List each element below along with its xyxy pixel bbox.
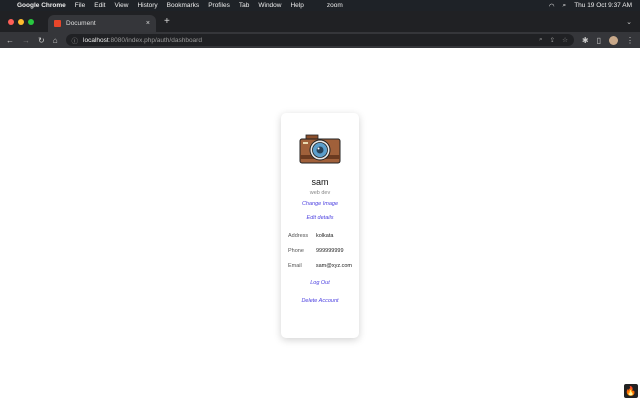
search-icon[interactable]: ⌕ <box>563 2 567 10</box>
browser-toolbar: ← → ↻ ⌂ ⓘ localhost:8080/index.php/auth/… <box>0 32 640 48</box>
menu-window[interactable]: Window <box>258 2 281 9</box>
address-bar[interactable]: ⓘ localhost:8080/index.php/auth/dashboar… <box>65 34 574 46</box>
forward-icon[interactable]: → <box>22 36 30 45</box>
home-icon[interactable]: ⌂ <box>53 36 58 45</box>
sidepanel-icon[interactable]: ▯ <box>597 36 601 45</box>
bookmark-star-icon[interactable]: ☆ <box>562 36 568 44</box>
menu-file[interactable]: File <box>75 2 85 9</box>
menu-history[interactable]: History <box>137 2 157 9</box>
email-row: Email sam@xyz.com <box>288 263 352 278</box>
menu-bookmarks[interactable]: Bookmarks <box>167 2 200 9</box>
menu-help[interactable]: Help <box>290 2 303 9</box>
tab-search-chevron-icon[interactable]: ⌄ <box>626 18 632 26</box>
camera-icon <box>299 134 341 164</box>
tab-title: Document <box>66 20 96 27</box>
profile-info: Address kolkata Phone 999999999 Email sam@x… <box>288 233 352 278</box>
profile-avatar[interactable] <box>609 35 618 45</box>
new-tab-button[interactable]: + <box>164 16 170 27</box>
zoom-icon[interactable]: ⌕ <box>539 36 543 44</box>
field-value: kolkata <box>316 233 334 239</box>
close-window-button[interactable] <box>8 18 14 25</box>
reload-icon[interactable]: ↻ <box>38 36 45 45</box>
profile-card: sam web dev Change Image Edit details Ad… <box>281 113 359 338</box>
field-value: 999999999 <box>316 248 344 254</box>
favicon-icon <box>54 20 61 27</box>
window-controls <box>8 18 34 25</box>
app-name[interactable]: Google Chrome <box>17 2 66 9</box>
address-row: Address kolkata <box>288 233 352 248</box>
codeigniter-debug-toolbar-icon[interactable]: 🔥 <box>624 384 638 398</box>
change-image-link[interactable]: Change Image <box>281 201 359 207</box>
field-label: Address <box>288 233 309 239</box>
tab-bar: Document × + ⌄ <box>0 11 640 32</box>
menu-view[interactable]: View <box>114 2 128 9</box>
delete-account-link[interactable]: Delete Account <box>281 298 359 304</box>
menu-profiles[interactable]: Profiles <box>208 2 230 9</box>
zoom-menu[interactable]: zoom <box>327 2 343 9</box>
profile-role: web dev <box>309 190 331 196</box>
extensions-icon[interactable]: ✱ <box>582 36 589 45</box>
field-label: Phone <box>288 248 304 254</box>
menu-edit[interactable]: Edit <box>94 2 105 9</box>
menu-tab[interactable]: Tab <box>239 2 249 9</box>
close-tab-icon[interactable]: × <box>146 20 150 27</box>
back-icon[interactable]: ← <box>6 36 14 45</box>
logout-link[interactable]: Log Out <box>281 280 359 286</box>
url-host: localhost <box>83 36 109 44</box>
minimize-window-button[interactable] <box>18 18 24 25</box>
info-icon[interactable]: ⓘ <box>72 35 79 45</box>
wifi-icon[interactable]: ◠ <box>549 2 555 10</box>
tab-document[interactable]: Document × <box>48 15 156 32</box>
clock[interactable]: Thu 19 Oct 9:37 AM <box>574 2 632 9</box>
maximize-window-button[interactable] <box>28 18 34 25</box>
field-value: sam@xyz.com <box>315 263 352 269</box>
edit-details-link[interactable]: Edit details <box>281 215 359 221</box>
more-menu-icon[interactable]: ⋮ <box>626 36 634 45</box>
field-label: Email <box>288 263 302 269</box>
profile-name: sam <box>311 177 329 187</box>
share-icon[interactable]: ⇪ <box>550 36 555 44</box>
url-path: :8080/index.php/auth/dashboard <box>108 36 202 44</box>
phone-row: Phone 999999999 <box>288 248 352 263</box>
mac-menubar: Google Chrome File Edit View History Boo… <box>0 0 640 11</box>
